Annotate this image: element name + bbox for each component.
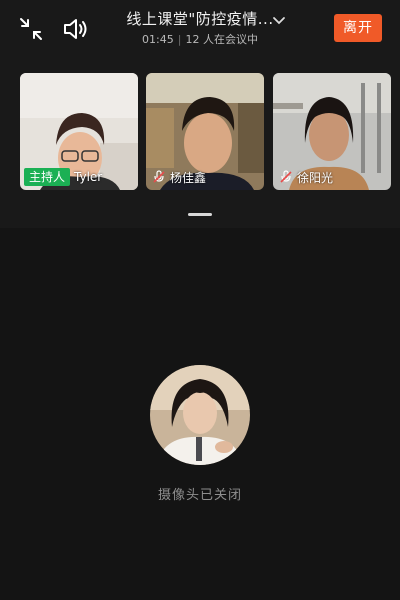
mic-muted-icon bbox=[153, 170, 165, 183]
participant-label: 主持人 Tyler bbox=[24, 168, 102, 186]
meeting-status: 01:45 | 12 人在会议中 bbox=[100, 32, 300, 48]
participant-name: 徐阳光 bbox=[297, 170, 334, 185]
drag-handle[interactable] bbox=[188, 213, 212, 216]
host-badge: 主持人 bbox=[24, 168, 71, 186]
attendee-count: 12 人在会议中 bbox=[185, 33, 258, 46]
participant-label: 徐阳光 bbox=[277, 168, 333, 186]
participant-name: Tyler bbox=[74, 170, 103, 184]
main-video-area: 摄像头已关闭 bbox=[0, 228, 400, 600]
meeting-header: 线上课堂"防控疫情... 01:45 | 12 人在会议中 离开 bbox=[0, 0, 400, 60]
leave-button[interactable]: 离开 bbox=[334, 14, 382, 42]
mic-muted-icon bbox=[280, 170, 292, 183]
camera-off-status: 摄像头已关闭 bbox=[157, 488, 242, 503]
minimize-icon bbox=[20, 18, 42, 40]
speaker-button[interactable] bbox=[60, 14, 92, 44]
separator: | bbox=[177, 33, 182, 46]
participant-tile[interactable]: 杨佳鑫 bbox=[146, 73, 264, 190]
participant-tile[interactable]: 主持人 Tyler bbox=[20, 73, 138, 190]
meeting-info-toggle[interactable] bbox=[268, 12, 290, 30]
participant-tile[interactable]: 徐阳光 bbox=[273, 73, 391, 190]
participant-strip: 主持人 Tyler 杨佳鑫 徐阳光 bbox=[0, 60, 400, 228]
participant-label: 杨佳鑫 bbox=[150, 168, 206, 186]
speaker-icon bbox=[64, 19, 87, 39]
chevron-down-icon bbox=[273, 17, 285, 25]
avatar bbox=[150, 365, 250, 465]
participant-name: 杨佳鑫 bbox=[170, 170, 207, 185]
minimize-button[interactable] bbox=[16, 14, 46, 44]
meeting-duration: 01:45 bbox=[142, 33, 174, 46]
